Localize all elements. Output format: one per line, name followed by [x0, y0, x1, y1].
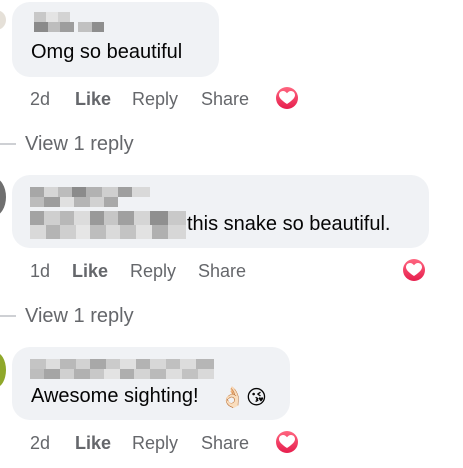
reply-button[interactable]: Reply	[132, 89, 178, 110]
heart-reaction-icon[interactable]	[401, 257, 427, 283]
comment-text: Omg so beautiful	[31, 41, 183, 63]
view-replies-link[interactable]: View 1 reply	[25, 305, 134, 328]
ok-hand-emoji: 👌🏻	[220, 387, 245, 409]
comment-bubble: this snake so beautiful.	[12, 175, 429, 248]
comment-text: Awesome sighting!	[31, 385, 199, 407]
comment-timestamp[interactable]: 2d	[30, 433, 50, 454]
comment-timestamp[interactable]: 2d	[30, 89, 50, 110]
like-button[interactable]: Like	[72, 261, 108, 282]
commenter-name-pixelated[interactable]	[34, 12, 112, 32]
kissing-face-emoji: 😘	[246, 387, 267, 409]
heart-reaction-icon[interactable]	[274, 85, 300, 111]
avatar[interactable]	[0, 178, 6, 216]
heart-reaction-icon[interactable]	[274, 429, 300, 455]
view-replies-link[interactable]: View 1 reply	[25, 133, 134, 156]
reply-button[interactable]: Reply	[130, 261, 176, 282]
avatar[interactable]	[0, 10, 6, 30]
reply-thread-line	[0, 143, 16, 145]
share-button[interactable]: Share	[201, 433, 249, 454]
like-button[interactable]: Like	[75, 433, 111, 454]
share-button[interactable]: Share	[201, 89, 249, 110]
comment-bubble: Awesome sighting! 👌🏻 😘	[12, 347, 290, 420]
commenter-name-pixelated[interactable]	[30, 359, 220, 379]
reply-button[interactable]: Reply	[132, 433, 178, 454]
comment-text: this snake so beautiful.	[187, 213, 391, 235]
avatar[interactable]	[0, 352, 6, 388]
commenter-name-pixelated[interactable]	[30, 187, 160, 207]
mentioned-name-pixelated[interactable]	[30, 211, 186, 239]
reply-thread-line	[0, 315, 16, 317]
comment-bubble: Omg so beautiful	[12, 2, 219, 77]
comment-timestamp[interactable]: 1d	[30, 261, 50, 282]
share-button[interactable]: Share	[198, 261, 246, 282]
like-button[interactable]: Like	[75, 89, 111, 110]
